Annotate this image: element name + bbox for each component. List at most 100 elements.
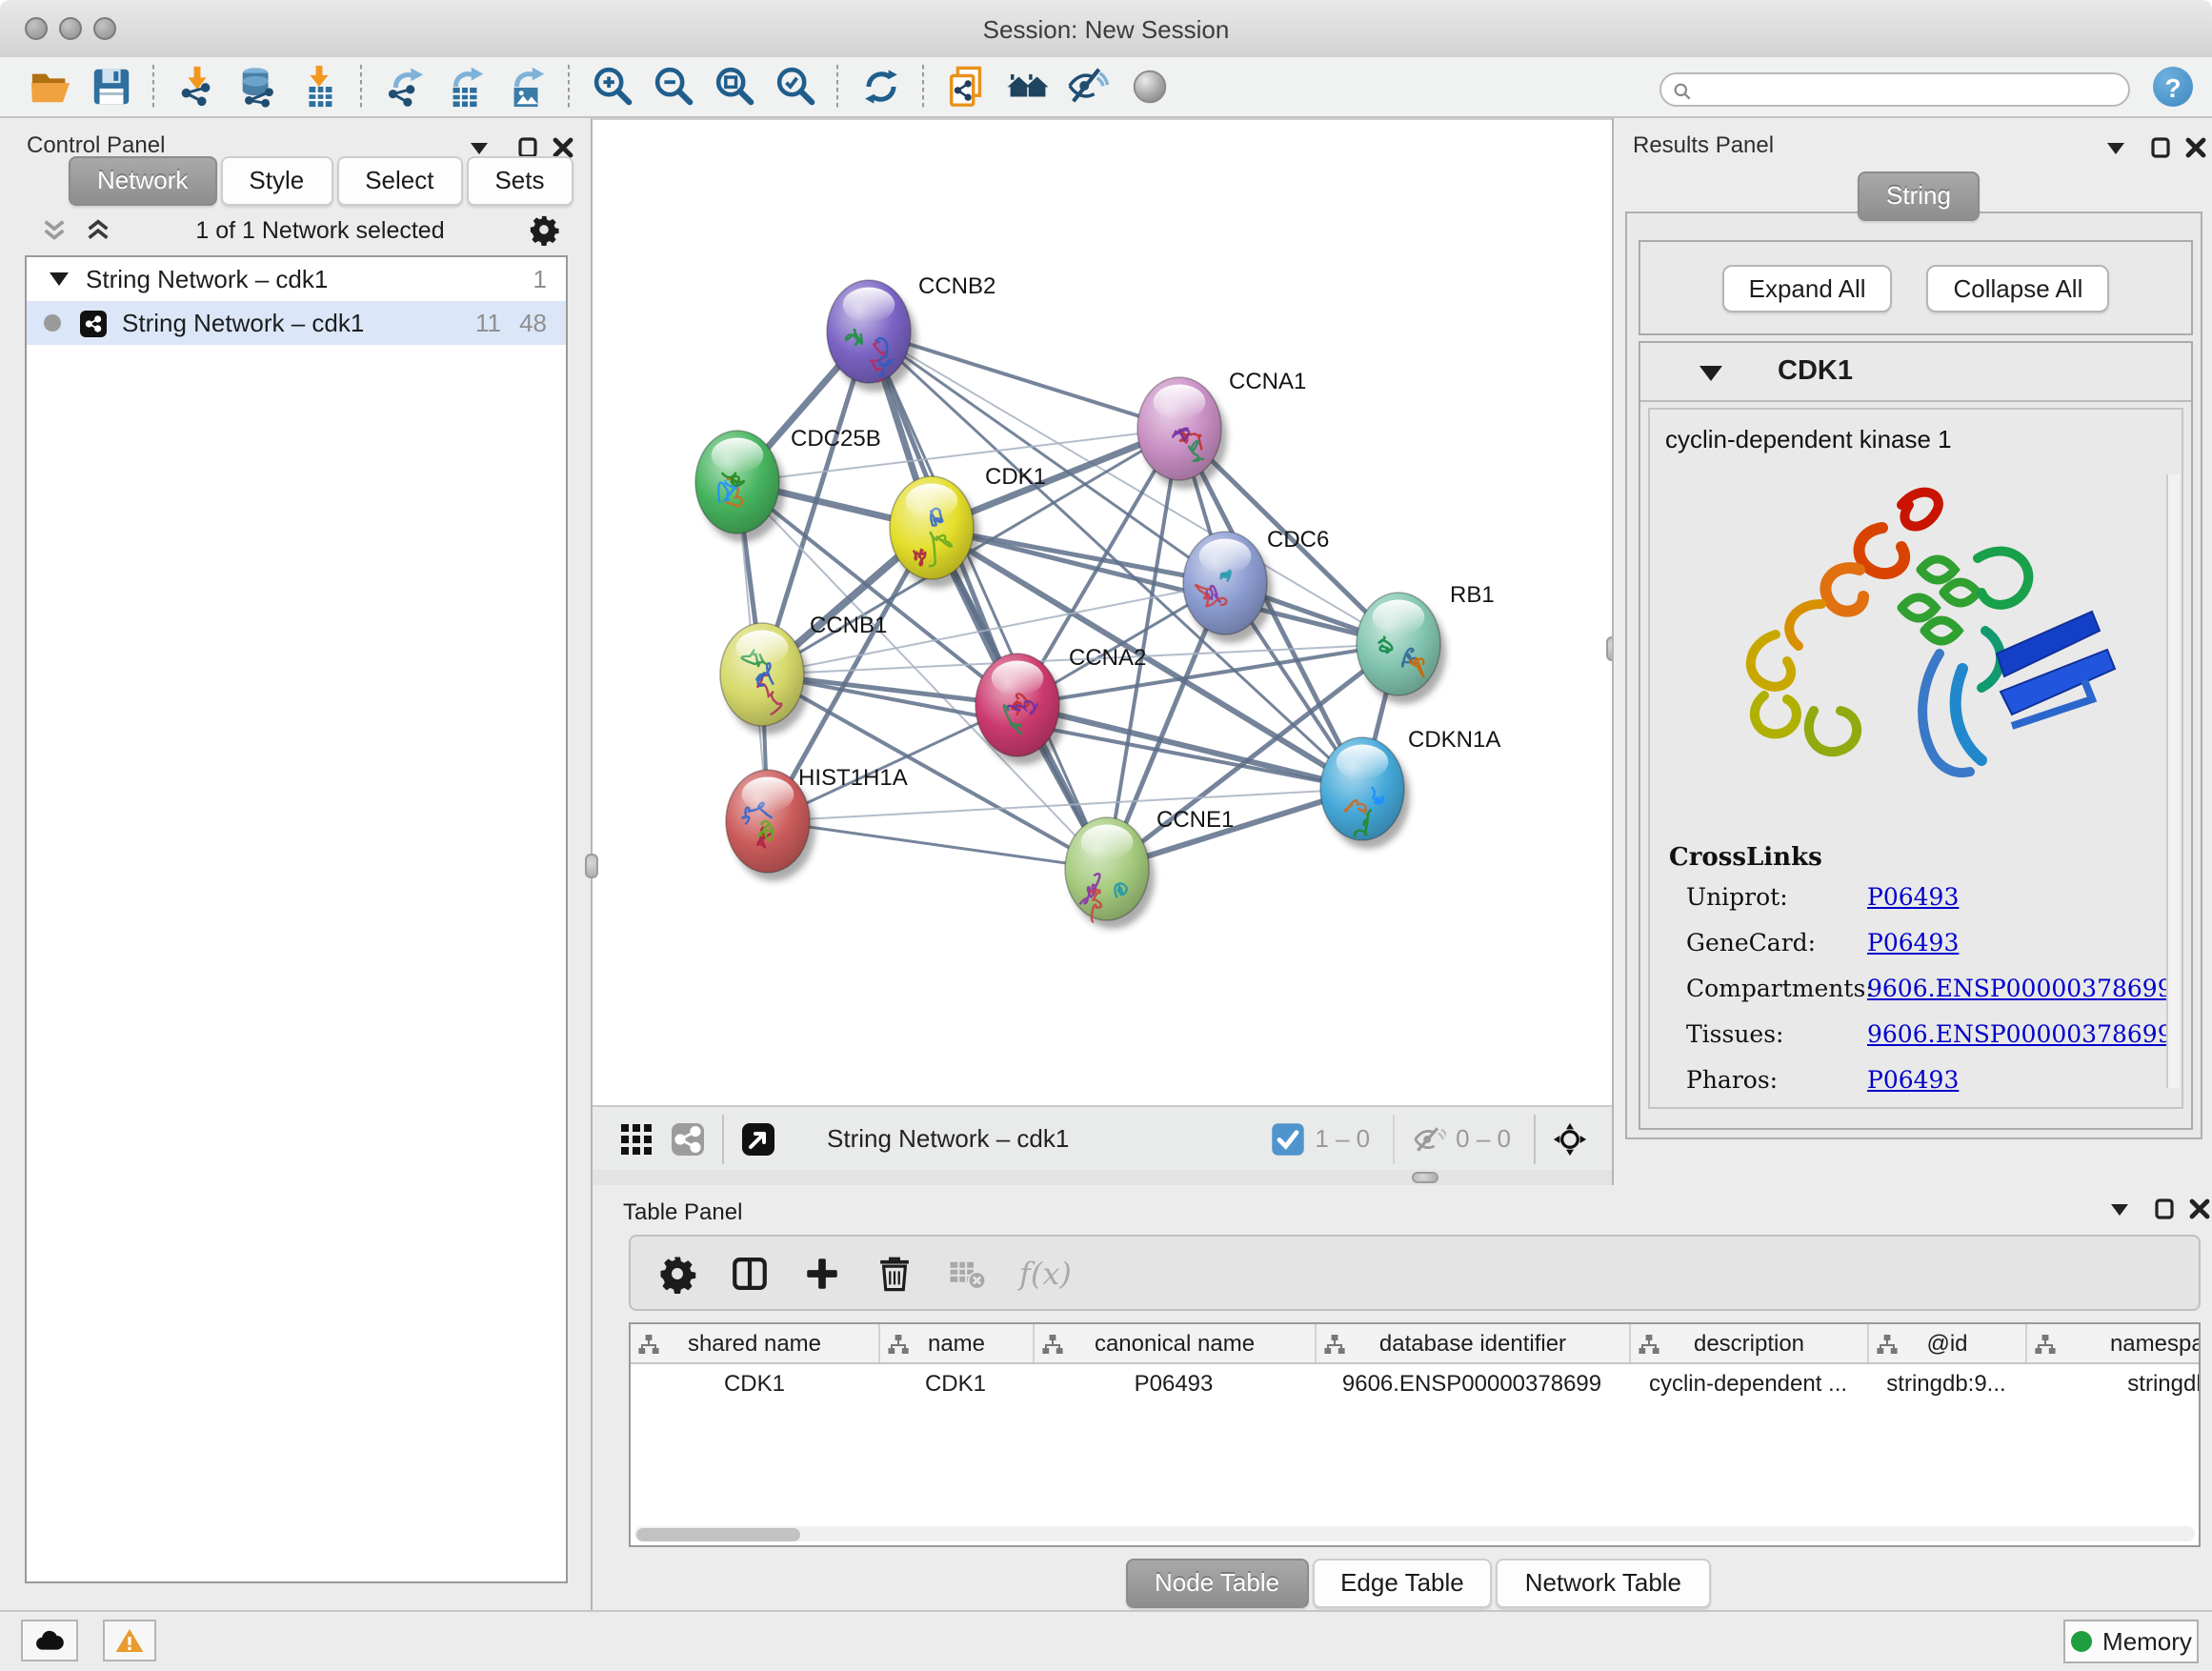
float-panel-icon[interactable] bbox=[2149, 133, 2174, 154]
grid-view-icon[interactable] bbox=[617, 1119, 655, 1158]
crosslink-link[interactable]: 9606.ENSP00000378699 bbox=[1867, 1019, 2173, 1048]
node-CCNE1[interactable]: CCNE1 bbox=[1065, 807, 1234, 929]
table-row[interactable]: CDK1CDK1P064939606.ENSP00000378699cyclin… bbox=[631, 1364, 2199, 1402]
gene-entry-header[interactable]: CDK1 bbox=[1640, 343, 2191, 402]
node-CDKN1A[interactable]: CDKN1A bbox=[1320, 727, 1500, 849]
table-cell[interactable]: stringdb:9... bbox=[1867, 1364, 2025, 1402]
node-CDC6[interactable]: CDC6 bbox=[1183, 527, 1329, 643]
export-network-button[interactable] bbox=[378, 61, 430, 112]
render-detail-sphere-button[interactable] bbox=[1123, 61, 1175, 112]
collapse-all-button[interactable]: Collapse All bbox=[1927, 264, 2110, 312]
expand-all-button[interactable]: Expand All bbox=[1722, 264, 1893, 312]
import-table-from-file-button[interactable] bbox=[292, 61, 344, 112]
crosslink-link[interactable]: P06493 bbox=[1867, 882, 1959, 911]
node-CCNB2[interactable]: CCNB2 bbox=[827, 273, 995, 392]
column-header-@id[interactable]: @id bbox=[1867, 1324, 2025, 1362]
network-canvas[interactable]: CCNB2CCNA1CDC25BCDK1CDC6RB1CCNB1CCNA2CDK… bbox=[593, 118, 1612, 1105]
tab-node-table[interactable]: Node Table bbox=[1126, 1559, 1308, 1608]
cloud-status-button[interactable] bbox=[21, 1620, 78, 1661]
import-network-from-database-button[interactable] bbox=[231, 61, 283, 112]
apply-preferred-layout-button[interactable] bbox=[855, 61, 906, 112]
tab-string[interactable]: String bbox=[1858, 171, 1980, 221]
memory-button[interactable]: Memory bbox=[2063, 1620, 2199, 1663]
export-image-button[interactable] bbox=[500, 61, 552, 112]
expand-all-networks-icon[interactable] bbox=[84, 217, 112, 242]
crosslink-link[interactable]: 9606.ENSP00000378699 bbox=[1867, 974, 2173, 1002]
cybrowser-home-button[interactable] bbox=[1001, 61, 1053, 112]
network-options-gear-icon[interactable] bbox=[528, 213, 560, 246]
node-table[interactable]: shared namenamecanonical namedatabase id… bbox=[629, 1322, 2201, 1547]
column-header-name[interactable]: name bbox=[878, 1324, 1033, 1362]
table-cell[interactable]: CDK1 bbox=[878, 1364, 1033, 1402]
column-header-canonical-name[interactable]: canonical name bbox=[1033, 1324, 1315, 1362]
crosslink-link[interactable]: P06493 bbox=[1867, 1065, 1959, 1094]
table-cell[interactable]: cyclin-dependent ... bbox=[1629, 1364, 1867, 1402]
export-table-button[interactable] bbox=[439, 61, 491, 112]
column-header-shared-name[interactable]: shared name bbox=[631, 1324, 878, 1362]
node-CDK1[interactable]: CDK1 bbox=[890, 464, 1046, 588]
horizontal-splitter[interactable] bbox=[593, 1170, 1612, 1185]
zoom-fit-content-button[interactable] bbox=[708, 61, 759, 112]
tab-select[interactable]: Select bbox=[336, 156, 462, 206]
column-header-database-identifier[interactable]: database identifier bbox=[1315, 1324, 1629, 1362]
close-panel-icon[interactable] bbox=[2187, 1195, 2212, 1216]
splitter-handle[interactable] bbox=[1412, 1172, 1438, 1183]
panel-menu-icon[interactable] bbox=[2103, 133, 2128, 154]
column-header-namespace[interactable]: namespace bbox=[2025, 1324, 2201, 1362]
save-session-button[interactable] bbox=[85, 61, 136, 112]
warnings-button[interactable] bbox=[103, 1620, 156, 1661]
table-options-gear-icon[interactable] bbox=[657, 1253, 697, 1293]
tab-style[interactable]: Style bbox=[220, 156, 332, 206]
create-column-icon[interactable] bbox=[802, 1253, 842, 1293]
tab-network[interactable]: Network bbox=[69, 156, 216, 206]
node-HIST1H1A[interactable]: HIST1H1A bbox=[726, 765, 908, 881]
table-cell[interactable]: P06493 bbox=[1033, 1364, 1315, 1402]
table-cell[interactable]: stringdb bbox=[2025, 1364, 2201, 1402]
center-view-crosshair-icon[interactable] bbox=[1551, 1119, 1589, 1158]
edge-CCNA2-CDKN1A[interactable] bbox=[1017, 705, 1362, 789]
entry-expand-caret[interactable] bbox=[1699, 366, 1722, 381]
open-file-button[interactable] bbox=[24, 61, 75, 112]
panel-menu-icon[interactable] bbox=[2107, 1195, 2132, 1216]
network-graph[interactable]: CCNB2CCNA1CDC25BCDK1CDC6RB1CCNB1CCNA2CDK… bbox=[593, 120, 1612, 1107]
show-columns-icon[interactable] bbox=[730, 1253, 770, 1293]
edge-CCNE1-HIST1H1A[interactable] bbox=[768, 821, 1107, 869]
float-panel-icon[interactable] bbox=[2153, 1195, 2178, 1216]
table-cell[interactable]: 9606.ENSP00000378699 bbox=[1315, 1364, 1629, 1402]
function-builder-icon-disabled: f(x) bbox=[1019, 1255, 1072, 1291]
table-cell[interactable]: CDK1 bbox=[631, 1364, 878, 1402]
network-row-selected[interactable]: String Network – cdk1 11 48 bbox=[27, 301, 566, 345]
results-scrollbar[interactable] bbox=[2166, 474, 2180, 1088]
search-input[interactable] bbox=[1659, 71, 2130, 106]
delete-column-icon[interactable] bbox=[875, 1253, 915, 1293]
network-collection-row[interactable]: String Network – cdk1 1 bbox=[27, 257, 566, 301]
node-RB1[interactable]: RB1 bbox=[1357, 582, 1495, 704]
tab-network-table[interactable]: Network Table bbox=[1497, 1559, 1710, 1608]
export-network-to-web-button[interactable] bbox=[940, 61, 992, 112]
float-panel-icon[interactable] bbox=[516, 133, 541, 154]
close-panel-icon[interactable] bbox=[551, 133, 575, 154]
selected-nodes-checkbox[interactable] bbox=[1269, 1119, 1307, 1158]
zoom-out-button[interactable] bbox=[647, 61, 698, 112]
collapse-all-networks-icon[interactable] bbox=[40, 217, 69, 242]
left-splitter-handle[interactable] bbox=[585, 854, 598, 878]
table-horizontal-scrollbar[interactable] bbox=[634, 1526, 2195, 1541]
hidden-elements-icon[interactable] bbox=[1410, 1119, 1448, 1158]
string-view-icon[interactable] bbox=[669, 1119, 707, 1158]
scrollbar-thumb[interactable] bbox=[636, 1527, 800, 1540]
tab-sets[interactable]: Sets bbox=[466, 156, 573, 206]
import-network-from-file-button[interactable] bbox=[171, 61, 222, 112]
node-CCNA2[interactable]: CCNA2 bbox=[975, 645, 1146, 765]
tab-edge-table[interactable]: Edge Table bbox=[1312, 1559, 1493, 1608]
zoom-in-button[interactable] bbox=[586, 61, 637, 112]
birds-eye-view-icon[interactable] bbox=[739, 1119, 777, 1158]
collection-expand-caret[interactable] bbox=[50, 272, 69, 286]
zoom-selected-button[interactable] bbox=[769, 61, 820, 112]
node-CCNB1[interactable]: CCNB1 bbox=[720, 613, 887, 735]
panel-menu-icon[interactable] bbox=[467, 133, 492, 154]
show-hide-graphics-details-button[interactable] bbox=[1062, 61, 1114, 112]
help-button[interactable]: ? bbox=[2153, 67, 2193, 107]
close-panel-icon[interactable] bbox=[2183, 133, 2208, 154]
column-header-description[interactable]: description bbox=[1629, 1324, 1867, 1362]
crosslink-link[interactable]: P06493 bbox=[1867, 928, 1959, 956]
